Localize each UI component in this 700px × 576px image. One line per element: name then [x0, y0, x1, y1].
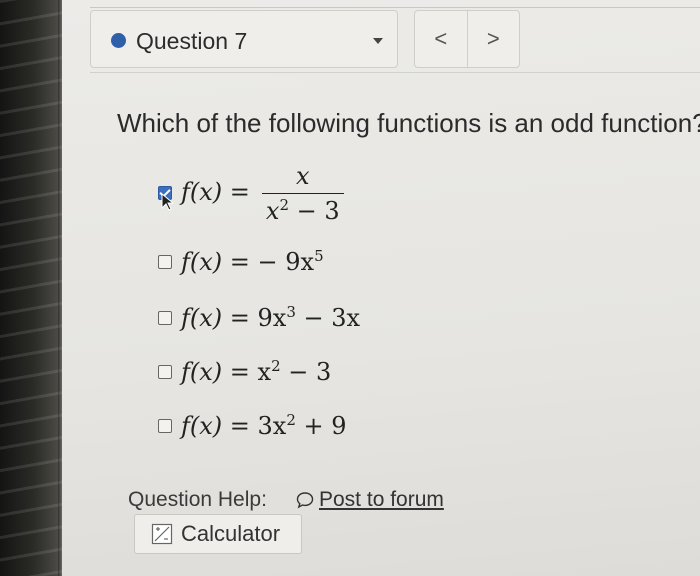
option-1-den-rest: − 3 — [288, 196, 340, 225]
post-to-forum-text: Post to forum — [319, 488, 444, 511]
desk-edge — [0, 0, 62, 576]
answer-option-5[interactable]: f(x) = 3x2 + 9 — [158, 404, 347, 448]
option-2-lhs: f(x) = — [181, 248, 250, 276]
calculator-icon — [151, 523, 173, 545]
option-5-exp: 2 — [286, 411, 296, 429]
top-divider — [90, 7, 700, 8]
option-3-rhs-b: − 3x — [295, 304, 361, 332]
option-5-math: f(x) = 3x2 + 9 — [181, 412, 347, 440]
answer-option-1[interactable]: f(x) = x x2 − 3 — [158, 162, 344, 225]
option-3-math: f(x) = 9x3 − 3x — [181, 304, 360, 332]
option-3-rhs-a: 9x — [249, 304, 287, 332]
option-2-rhs-a: − 9x — [249, 248, 315, 276]
header-divider — [90, 72, 700, 73]
speech-bubble-icon — [296, 492, 314, 509]
option-5-lhs: f(x) = — [181, 412, 250, 440]
checkbox-icon[interactable] — [158, 311, 172, 325]
option-1-den-base: x — [265, 196, 280, 225]
question-nav: < > — [414, 10, 520, 68]
option-1-fraction: x x2 − 3 — [261, 161, 344, 225]
option-3-lhs: f(x) = — [181, 304, 250, 332]
status-dot-icon — [111, 33, 126, 48]
answer-option-2[interactable]: f(x) = − 9x5 — [158, 240, 324, 284]
question-prompt: Which of the following functions is an o… — [117, 108, 700, 138]
option-4-exp: 2 — [271, 357, 281, 375]
option-5-rhs-b: + 9 — [295, 412, 347, 440]
option-1-numerator: x — [295, 161, 310, 190]
question-selector[interactable]: Question 7 — [90, 10, 398, 68]
checkbox-icon[interactable] — [158, 365, 172, 379]
option-1-math: f(x) = x x2 − 3 — [181, 162, 344, 225]
option-4-rhs-a: x — [249, 358, 272, 386]
option-4-lhs: f(x) = — [181, 358, 250, 386]
next-question-button[interactable]: > — [466, 11, 520, 67]
option-3-exp: 3 — [286, 303, 296, 321]
option-5-rhs-a: 3x — [249, 412, 287, 440]
chevron-right-icon: > — [486, 26, 500, 51]
checkbox-icon[interactable] — [158, 255, 172, 269]
option-4-math: f(x) = x2 − 3 — [181, 358, 331, 386]
previous-question-button[interactable]: < — [415, 11, 467, 67]
cursor-icon — [161, 193, 175, 211]
chevron-left-icon: < — [434, 26, 448, 51]
calculator-label: Calculator — [181, 521, 281, 546]
option-2-math: f(x) = − 9x5 — [181, 248, 324, 276]
question-number-label: Question 7 — [136, 28, 248, 54]
answer-option-4[interactable]: f(x) = x2 − 3 — [158, 350, 331, 394]
post-to-forum-link[interactable]: Post to forum — [296, 488, 444, 512]
option-1-denominator: x2 − 3 — [261, 192, 344, 225]
chevron-down-icon[interactable] — [373, 38, 383, 44]
option-2-exp: 5 — [314, 247, 324, 265]
option-1-den-exp: 2 — [279, 195, 289, 214]
calculator-button[interactable]: Calculator — [134, 514, 302, 554]
answer-option-3[interactable]: f(x) = 9x3 − 3x — [158, 296, 360, 340]
option-1-lhs: f(x) = — [181, 177, 250, 206]
checkbox-icon[interactable] — [158, 419, 172, 433]
question-help-label: Question Help: — [128, 488, 267, 511]
option-4-rhs-b: − 3 — [280, 358, 332, 386]
